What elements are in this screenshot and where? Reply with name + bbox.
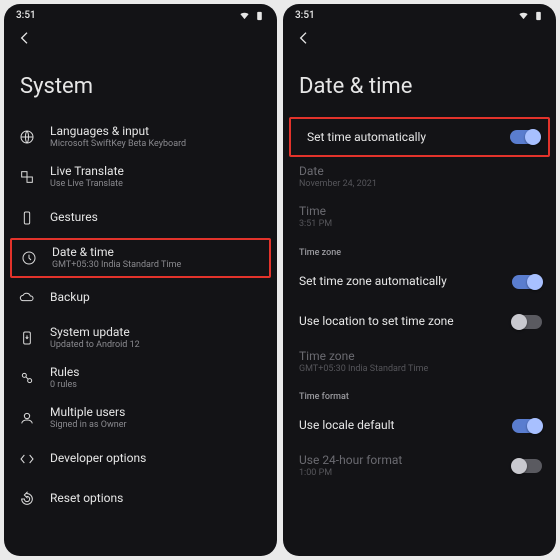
section-time-zone: Time zone	[283, 238, 556, 262]
row-system-update[interactable]: System update Updated to Android 12	[4, 318, 277, 358]
row-sub: GMT+05:30 India Standard Time	[299, 364, 542, 375]
row-label: Use location to set time zone	[299, 314, 498, 329]
row-label: Time	[299, 204, 542, 219]
arrow-left-icon	[17, 30, 33, 46]
row-live-translate[interactable]: Live Translate Use Live Translate	[4, 157, 277, 197]
phone-left-system: 3:51 System Languages & input Microsoft …	[4, 4, 277, 556]
globe-icon	[18, 128, 36, 146]
row-use-location-tz[interactable]: Use location to set time zone	[283, 302, 556, 342]
back-button[interactable]	[16, 29, 34, 47]
row-set-time-auto[interactable]: Set time automatically	[289, 117, 550, 157]
row-developer-options[interactable]: Developer options	[4, 439, 277, 479]
wifi-icon	[518, 10, 529, 21]
battery-icon	[533, 10, 544, 21]
toggle-set-time-auto[interactable]	[510, 130, 540, 144]
battery-icon	[254, 10, 265, 21]
row-label: Date & time	[52, 245, 261, 260]
row-sub: 3:51 PM	[299, 219, 542, 230]
toggle-use-location-tz[interactable]	[512, 315, 542, 329]
row-date: Date November 24, 2021	[283, 157, 556, 197]
status-time: 3:51	[16, 10, 36, 21]
row-time: Time 3:51 PM	[283, 197, 556, 237]
toggle-set-tz-auto[interactable]	[512, 275, 542, 289]
row-label: Developer options	[50, 451, 263, 466]
status-time: 3:51	[295, 10, 315, 21]
datetime-list: Set time automatically Date November 24,…	[283, 117, 556, 556]
row-backup[interactable]: Backup	[4, 278, 277, 318]
row-label: Use 24-hour format	[299, 453, 498, 468]
row-label: Reset options	[50, 491, 263, 506]
clock-icon	[20, 249, 38, 267]
app-bar	[283, 23, 556, 58]
row-sub: Use Live Translate	[50, 179, 263, 190]
update-icon	[18, 329, 36, 347]
row-sub: Signed in as Owner	[50, 420, 263, 431]
cloud-icon	[18, 289, 36, 307]
page-title: System	[4, 58, 277, 117]
toggle-use-locale-default[interactable]	[512, 419, 542, 433]
page-title: Date & time	[283, 58, 556, 117]
row-languages[interactable]: Languages & input Microsoft SwiftKey Bet…	[4, 117, 277, 157]
row-label: Gestures	[50, 210, 263, 225]
row-sub: 0 rules	[50, 380, 263, 391]
row-label: Set time zone automatically	[299, 274, 498, 289]
settings-list: Languages & input Microsoft SwiftKey Bet…	[4, 117, 277, 556]
code-icon	[18, 450, 36, 468]
wifi-icon	[239, 10, 250, 21]
section-time-format: Time format	[283, 382, 556, 406]
phone-right-date-time: 3:51 Date & time Set time automatically …	[283, 4, 556, 556]
row-gestures[interactable]: Gestures	[4, 198, 277, 238]
row-time-zone: Time zone GMT+05:30 India Standard Time	[283, 342, 556, 382]
status-icons	[239, 10, 265, 21]
translate-icon	[18, 168, 36, 186]
row-use-locale-default[interactable]: Use locale default	[283, 406, 556, 446]
row-label: Date	[299, 164, 542, 179]
status-icons	[518, 10, 544, 21]
row-label: Multiple users	[50, 405, 263, 420]
row-reset-options[interactable]: Reset options	[4, 479, 277, 519]
row-label: Backup	[50, 290, 263, 305]
status-bar: 3:51	[4, 4, 277, 23]
app-bar	[4, 23, 277, 58]
row-label: System update	[50, 325, 263, 340]
reset-icon	[18, 490, 36, 508]
back-button[interactable]	[295, 29, 313, 47]
row-sub: 1:00 PM	[299, 468, 498, 479]
toggle-use-24h	[512, 459, 542, 473]
row-sub: November 24, 2021	[299, 179, 542, 190]
row-label: Time zone	[299, 349, 542, 364]
row-sub: Updated to Android 12	[50, 340, 263, 351]
row-use-24h: Use 24-hour format 1:00 PM	[283, 446, 556, 486]
row-label: Languages & input	[50, 124, 263, 139]
row-label: Rules	[50, 365, 263, 380]
arrow-left-icon	[296, 30, 312, 46]
row-date-time[interactable]: Date & time GMT+05:30 India Standard Tim…	[10, 238, 271, 278]
rules-icon	[18, 369, 36, 387]
row-sub: Microsoft SwiftKey Beta Keyboard	[50, 139, 263, 150]
row-sub: GMT+05:30 India Standard Time	[52, 260, 261, 271]
row-label: Set time automatically	[307, 130, 496, 145]
status-bar: 3:51	[283, 4, 556, 23]
row-multiple-users[interactable]: Multiple users Signed in as Owner	[4, 398, 277, 438]
row-label: Use locale default	[299, 418, 498, 433]
row-set-tz-auto[interactable]: Set time zone automatically	[283, 262, 556, 302]
user-icon	[18, 409, 36, 427]
row-label: Live Translate	[50, 164, 263, 179]
gestures-icon	[18, 209, 36, 227]
row-rules[interactable]: Rules 0 rules	[4, 358, 277, 398]
